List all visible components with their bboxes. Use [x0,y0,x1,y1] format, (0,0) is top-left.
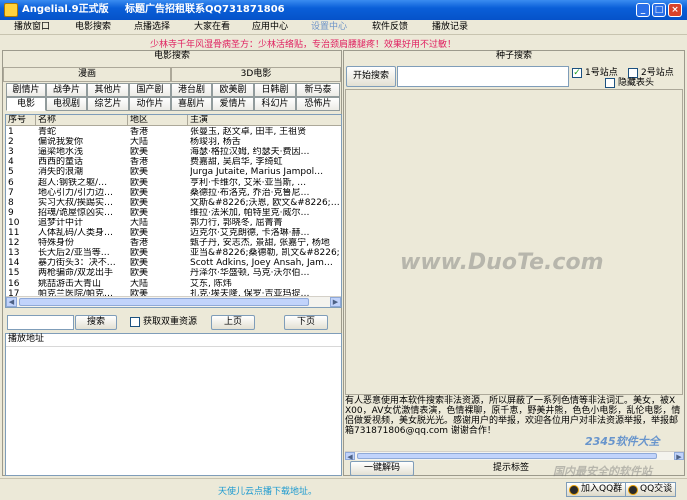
tab-movie[interactable]: 电影 [6,97,46,111]
one-click-decode-button[interactable]: 一键解码 [350,461,414,476]
double-resource-checkbox[interactable] [130,317,140,327]
tab-jp-kr-series[interactable]: 日韩剧 [254,83,296,97]
tab-variety[interactable]: 综艺片 [87,97,129,111]
notes-hscrollbar[interactable]: ◀ ▶ [345,451,684,461]
search-button[interactable]: 搜索 [75,315,117,330]
col-header-cast[interactable]: 主演 [188,115,341,126]
movie-search-input[interactable] [7,315,74,330]
tab-action[interactable]: 动作片 [129,97,171,111]
menu-item-play-history[interactable]: 播放记录 [432,21,468,34]
app-title: Angelial.9正式版 [22,4,109,15]
ad-notice[interactable]: 少林寺千年风湿骨病圣方：少林活络贴，专治颈肩腰腿疼！效果好用不过敏！ [150,37,456,50]
qq-chat-icon [628,485,638,495]
col-header-index[interactable]: 序号 [6,115,36,126]
double-resource-label: 获取双重资源 [143,317,198,327]
seed-results-area[interactable] [345,89,683,395]
notes-scroll-right-icon[interactable]: ▶ [674,452,684,461]
qq-icon [569,485,579,495]
group-3d-movie[interactable]: 3D电影 [171,67,341,82]
hint-label: 提示标签 [493,463,530,473]
tab-war[interactable]: 战争片 [46,83,87,97]
minimize-button[interactable]: _ [636,3,650,17]
hscroll-thumb[interactable] [19,298,309,306]
tab-romance[interactable]: 爱情片 [212,97,254,111]
notes-hscroll-thumb[interactable] [357,453,657,459]
menu-item-feedback[interactable]: 软件反馈 [372,21,408,34]
site2-checkbox[interactable] [628,68,638,78]
tagline-watermark: 国内最安全的软件站 [553,465,652,478]
duote-watermark: www.DuoTe.com [400,250,604,275]
hide-header-label: 隐藏表头 [618,78,655,88]
tab-sea-series[interactable]: 新马泰 [296,83,340,97]
site2345-watermark: 2345软件大全 [585,435,660,448]
menu-bar: 播放窗口 电影搜索 点播选择 大家在看 应用中心 设置中心 软件反馈 播放记录 [0,20,687,35]
movie-search-title: 电影搜索 [153,51,190,61]
tab-domestic-series[interactable]: 国产剧 [129,83,171,97]
play-address-box[interactable]: 播放地址 [5,333,342,476]
scroll-right-icon[interactable]: ▶ [330,297,341,307]
menu-item-vod-select[interactable]: 点播选择 [134,21,170,34]
app-window: Angelial.9正式版 标题广告招租联系QQ731871806 _ □ × … [0,0,687,500]
join-qq-group-button[interactable]: 加入QQ群 [566,482,627,497]
menu-item-movie-search[interactable]: 电影搜索 [75,21,111,34]
menu-item-settings-center[interactable]: 设置中心 [311,21,347,34]
menu-item-app-center[interactable]: 应用中心 [252,21,288,34]
hide-header-checkbox[interactable] [605,78,615,88]
movie-list[interactable]: 序号 名称 地区 主演 1 青蛇 香港 张曼玉, 赵文卓, 田丰, 王祖贤 2 偏说我爱你… [5,114,342,308]
tab-other[interactable]: 其他片 [87,83,129,97]
tab-drama[interactable]: 剧情片 [6,83,46,97]
tab-western-series[interactable]: 欧美剧 [212,83,254,97]
app-icon [4,3,18,17]
col-header-name[interactable]: 名称 [36,115,128,126]
movie-list-hscrollbar[interactable]: ◀ ▶ [6,296,341,307]
seed-keyword-input[interactable] [397,66,569,87]
tab-comedy[interactable]: 喜剧片 [171,97,212,111]
play-address-label: 播放地址 [8,334,45,344]
tab-tv-series[interactable]: 电视剧 [46,97,87,111]
next-page-button[interactable]: 下页 [284,315,328,330]
site1-checkbox[interactable]: ✓ [572,68,582,78]
notes-scroll-left-icon[interactable]: ◀ [345,452,355,461]
prev-page-button[interactable]: 上页 [211,315,255,330]
scroll-left-icon[interactable]: ◀ [6,297,17,307]
tab-hk-tw-series[interactable]: 港台剧 [171,83,212,97]
title-ad-text: 标题广告招租联系QQ731871806 [125,4,285,15]
seed-search-title: 种子搜索 [495,51,532,61]
movie-list-header: 序号 名称 地区 主演 [6,115,341,126]
col-header-region[interactable]: 地区 [128,115,188,126]
download-footnote[interactable]: 天使儿云点播下载地址。 [218,484,317,497]
menu-item-everyone-watching[interactable]: 大家在看 [194,21,230,34]
start-search-button[interactable]: 开始搜索 [346,66,396,87]
maximize-button[interactable]: □ [652,3,666,17]
join-qq-group-label: 加入QQ群 [581,484,623,494]
title-bar[interactable]: Angelial.9正式版 标题广告招租联系QQ731871806 _ □ × [0,0,687,20]
qq-chat-button[interactable]: QQ交谈 [625,482,677,497]
group-comic[interactable]: 漫画 [3,67,171,82]
play-address-divider [6,346,341,347]
tab-scifi[interactable]: 科幻片 [254,97,296,111]
tab-horror[interactable]: 恐怖片 [296,97,340,111]
close-button[interactable]: × [668,3,682,17]
menu-item-play-window[interactable]: 播放窗口 [14,21,50,34]
qq-chat-label: QQ交谈 [640,484,673,494]
